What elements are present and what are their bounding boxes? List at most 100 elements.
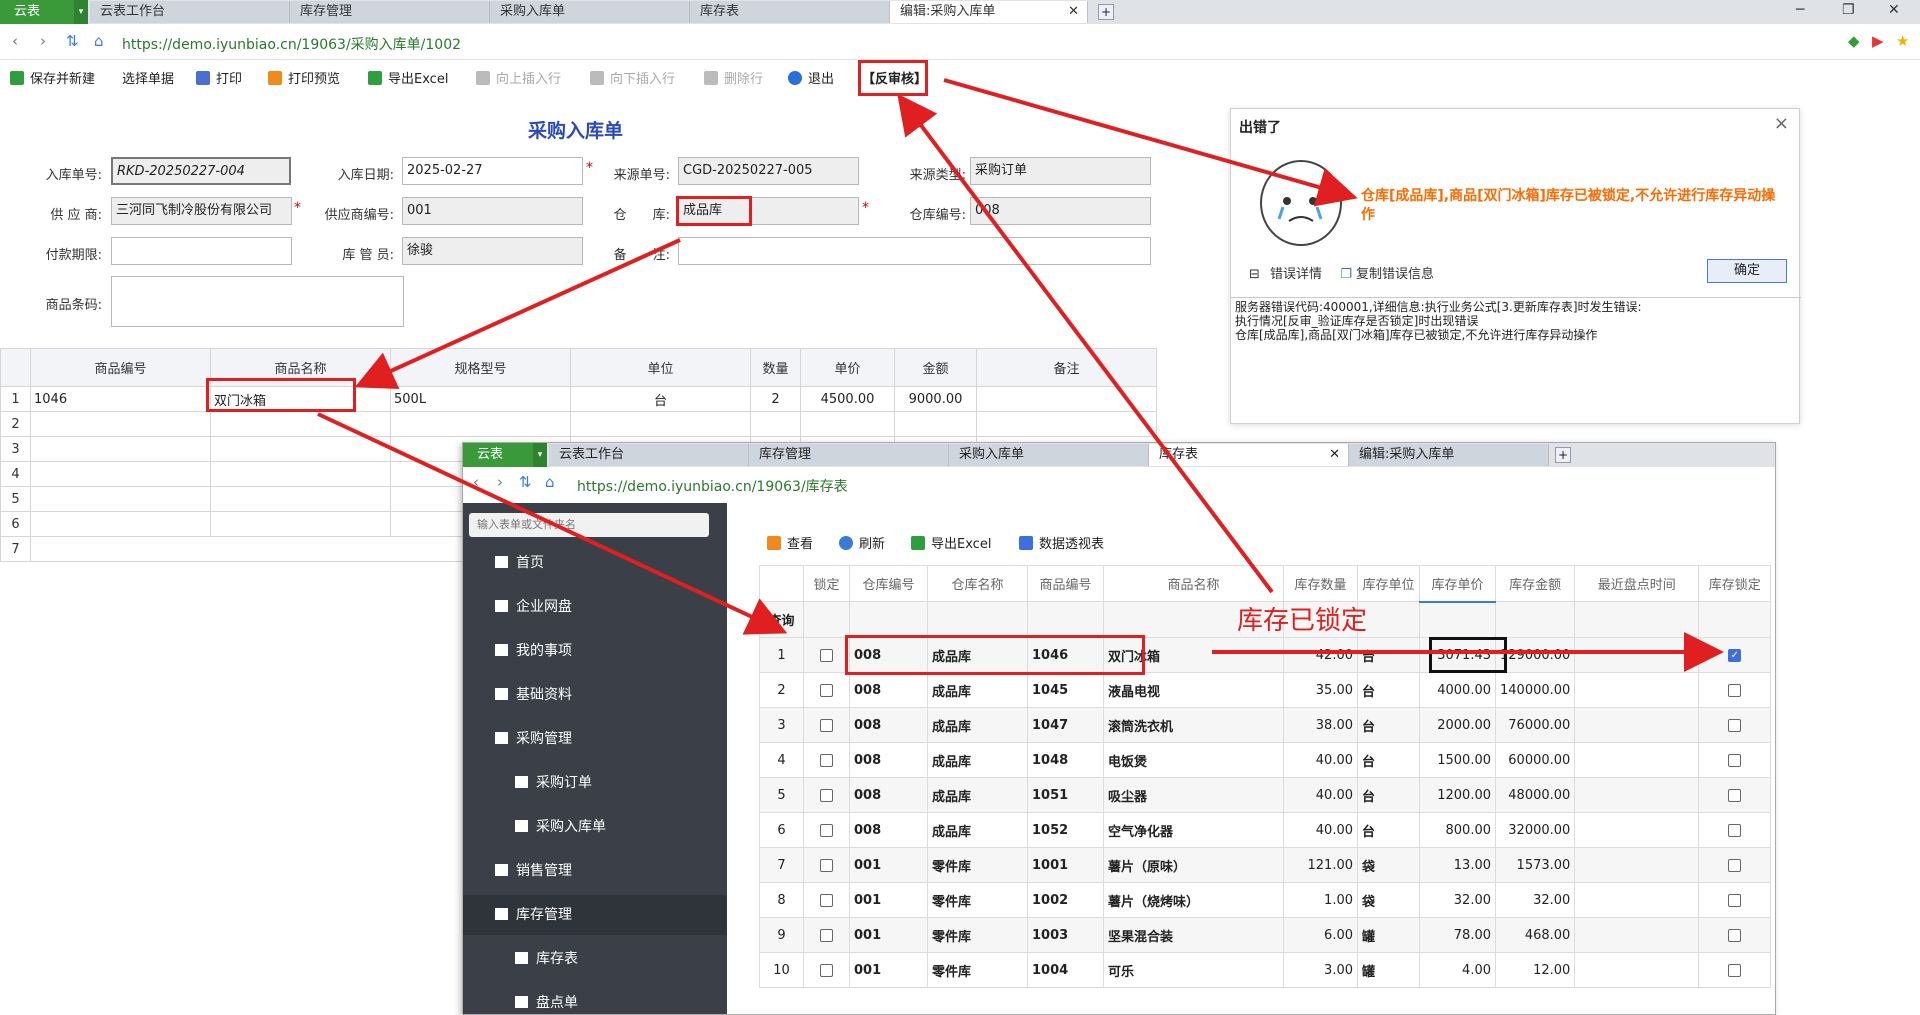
cell-last-stocktake[interactable] [1574, 672, 1700, 708]
lock-checkbox-cell[interactable] [803, 812, 850, 848]
grid-cell[interactable] [210, 511, 391, 537]
cell-price[interactable]: 78.00 [1419, 917, 1496, 953]
table-row[interactable]: 3 008 成品库 1047 滚筒洗衣机 38.00 台 2000.00 76000.00 [759, 707, 1772, 743]
table-row[interactable]: 10 001 零件库 1004 可乐 3.00 罐 4.00 12.00 [759, 952, 1772, 988]
stock-lock-checkbox[interactable] [1728, 963, 1742, 977]
cell-amount[interactable]: 1573.00 [1494, 847, 1576, 883]
sidebar-item-purchase-order[interactable]: 采购订单 [463, 763, 727, 803]
in-date-field[interactable]: 2025-02-27 [402, 157, 583, 185]
grid-cell[interactable] [976, 411, 1157, 437]
brand-dropdown-icon[interactable]: ▾ [74, 0, 88, 24]
grid-cell[interactable] [30, 436, 211, 462]
cell-warehouse-code[interactable]: 008 [849, 707, 928, 743]
cell-warehouse-code[interactable]: 001 [849, 952, 928, 988]
inner-brand[interactable]: 云表 ▾ [463, 443, 547, 467]
cell-unit[interactable]: 台 [1357, 812, 1420, 848]
filter-cell[interactable] [803, 601, 850, 638]
dialog-close-icon[interactable]: × [1774, 113, 1789, 134]
table-row[interactable]: 8 001 零件库 1002 薯片（烧烤味） 1.00 袋 32.00 32.00 [759, 882, 1772, 918]
grid-cell[interactable] [30, 511, 211, 537]
cell-unit[interactable]: 袋 [1357, 847, 1420, 883]
cell-qty[interactable]: 40.00 [1283, 742, 1358, 778]
cell-qty[interactable]: 38.00 [1283, 707, 1358, 743]
cell-unit[interactable]: 台 [1357, 707, 1420, 743]
cell-warehouse-name[interactable]: 成品库 [927, 812, 1028, 848]
table-row[interactable]: 1 1046 双门冰箱 500L 台 2 4500.00 9000.00 [0, 386, 1157, 412]
refresh-button[interactable]: 刷新 [839, 533, 885, 552]
cell-last-stocktake[interactable] [1574, 812, 1700, 848]
cell-unit[interactable]: 罐 [1357, 952, 1420, 988]
stock-lock-checkbox[interactable] [1728, 718, 1742, 732]
cell-last-stocktake[interactable] [1574, 707, 1700, 743]
extension-icon[interactable]: ◆ [1848, 32, 1860, 50]
source-no-field[interactable]: CGD-20250227-005 [678, 157, 859, 185]
lock-checkbox[interactable] [820, 963, 833, 977]
stock-lock-checkbox[interactable] [1728, 823, 1742, 837]
cell-remark[interactable] [976, 386, 1157, 412]
insert-row-below-button[interactable]: 向下插入行 [590, 68, 675, 87]
remark-field[interactable] [678, 237, 1151, 265]
cell-product-name[interactable]: 薯片（原味） [1103, 847, 1284, 883]
cell-price[interactable]: 4.00 [1419, 952, 1496, 988]
app-brand[interactable]: 云表 ▾ [0, 0, 88, 24]
grid-cell[interactable] [750, 411, 801, 437]
table-row[interactable]: 5 008 成品库 1051 吸尘器 40.00 台 1200.00 48000.00 [759, 777, 1772, 813]
grid-cell[interactable] [210, 411, 391, 437]
tab-purchase-receipt[interactable]: 采购入库单 [490, 1, 690, 23]
cell-price[interactable]: 1200.00 [1419, 777, 1496, 813]
new-tab-icon[interactable]: + [1098, 4, 1114, 20]
lock-checkbox-cell[interactable] [803, 707, 850, 743]
cell-amount[interactable]: 60000.00 [1494, 742, 1576, 778]
lock-checkbox[interactable] [820, 893, 833, 907]
sidebar-item-sales[interactable]: 销售管理 [463, 851, 727, 891]
cell-amount[interactable]: 32.00 [1494, 882, 1576, 918]
cell-warehouse-name[interactable]: 成品库 [927, 777, 1028, 813]
lock-checkbox-cell[interactable] [803, 777, 850, 813]
window-close-icon[interactable]: ✕ [1888, 2, 1900, 18]
cell-amount[interactable]: 12.00 [1494, 952, 1576, 988]
lock-checkbox-cell[interactable] [803, 672, 850, 708]
cell-warehouse-code[interactable]: 001 [849, 847, 928, 883]
ok-button[interactable]: 确定 [1707, 259, 1787, 283]
export-excel-button[interactable]: 导出Excel [368, 68, 448, 87]
cell-price[interactable]: 4500.00 [800, 386, 895, 412]
cell-qty[interactable]: 35.00 [1283, 672, 1358, 708]
lock-checkbox[interactable] [820, 928, 833, 942]
grid-cell[interactable] [30, 461, 211, 487]
cell-amount[interactable]: 48000.00 [1494, 777, 1576, 813]
stock-lock-cell[interactable] [1698, 777, 1772, 813]
cell-product-code[interactable]: 1051 [1027, 777, 1104, 813]
cell-unit[interactable]: 台 [1357, 672, 1420, 708]
stock-lock-cell[interactable] [1698, 952, 1772, 988]
cell-last-stocktake[interactable] [1574, 777, 1700, 813]
lock-checkbox-cell[interactable] [803, 847, 850, 883]
tab-close-icon[interactable]: ✕ [1068, 1, 1079, 23]
maximize-icon[interactable]: ❐ [1842, 2, 1855, 18]
sidebar-search-input[interactable]: 输入表单或文件夹名 [469, 513, 709, 537]
stock-lock-checkbox[interactable] [1728, 788, 1742, 802]
stock-lock-cell[interactable] [1698, 812, 1772, 848]
inner-tab-inventory-mgmt[interactable]: 库存管理 [749, 444, 949, 466]
brand-dropdown-icon[interactable]: ▾ [533, 443, 547, 467]
lock-checkbox-cell[interactable] [803, 882, 850, 918]
grid-cell[interactable] [210, 436, 391, 462]
home-icon[interactable]: ⌂ [94, 32, 104, 50]
export-excel-button[interactable]: 导出Excel [911, 533, 991, 552]
cell-warehouse-code[interactable]: 001 [849, 917, 928, 953]
sidebar-item-basic-data[interactable]: 基础资料 [463, 675, 727, 715]
lock-checkbox[interactable] [820, 753, 833, 767]
tab-inventory-table[interactable]: 库存表 [690, 1, 890, 23]
filter-cell[interactable] [1027, 601, 1104, 638]
cell-last-stocktake[interactable] [1574, 882, 1700, 918]
sidebar-item-inventory-table[interactable]: 库存表 [463, 939, 727, 979]
payment-term-field[interactable] [111, 237, 292, 265]
keeper-field[interactable]: 徐骏 [402, 237, 583, 265]
stock-lock-cell[interactable] [1698, 847, 1772, 883]
lock-checkbox-cell[interactable] [803, 952, 850, 988]
cell-amount[interactable]: 129000.00 [1494, 637, 1576, 673]
forward-icon[interactable]: › [40, 32, 46, 50]
warehouse-code-field[interactable]: 008 [970, 197, 1151, 225]
cell-warehouse-name[interactable]: 零件库 [927, 917, 1028, 953]
barcode-field[interactable] [111, 276, 404, 327]
cell-spec[interactable]: 500L [390, 386, 571, 412]
